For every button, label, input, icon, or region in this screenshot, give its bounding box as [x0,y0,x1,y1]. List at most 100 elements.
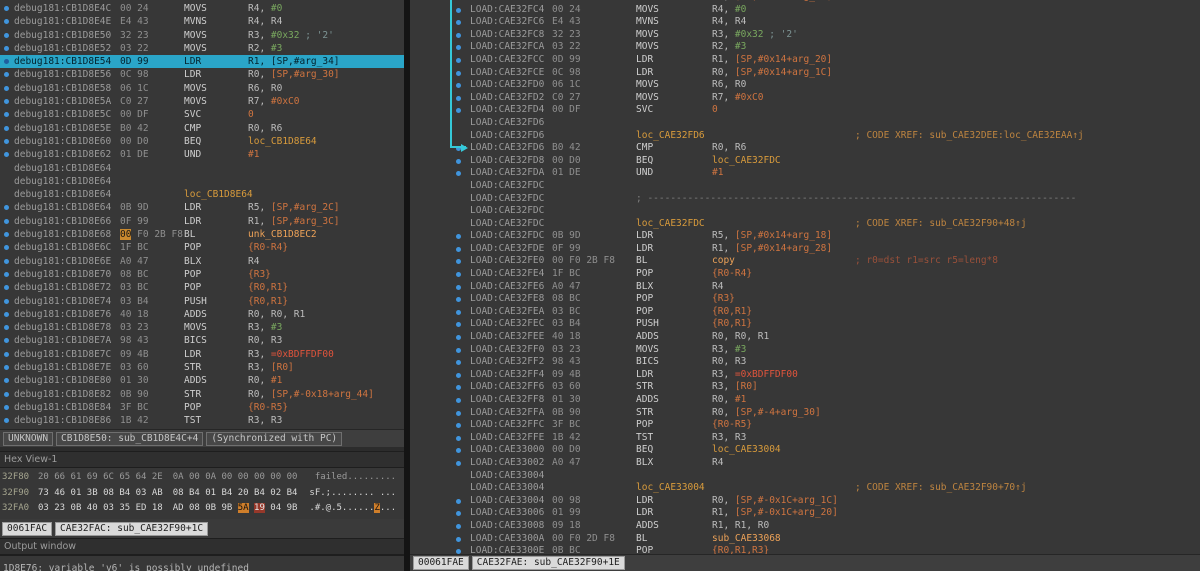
disasm-line[interactable]: debug181:CB1D8E5E B0 42 CMP R0, R6 [0,122,404,135]
disasm-line[interactable]: debug181:CB1D8E80 01 30 ADDS R0, #1 [0,374,404,387]
disasm-line[interactable]: debug181:CB1D8E76 40 18 ADDS R0, R0, R1 [0,308,404,321]
breakpoint-dot[interactable] [4,218,9,224]
disasm-line[interactable]: LOAD:CAE32FF0 03 23 MOVS R3, #3 [410,344,1200,357]
disasm-line[interactable]: debug181:CB1D8E7A 98 43 BICS R0, R3 [0,334,404,347]
breakpoint-dot[interactable] [456,398,461,403]
disasm-line[interactable]: LOAD:CAE32FDC [410,180,1200,193]
disasm-line[interactable]: LOAD:CAE32FE6 A0 47 BLX R4 [410,281,1200,294]
disasm-line[interactable]: LOAD:CAE32FC6 E4 43 MVNS R4, R4 [410,16,1200,29]
breakpoint-dot[interactable] [456,372,461,378]
breakpoint-dot[interactable] [4,365,9,371]
disasm-line[interactable]: debug181:CB1D8E64 0B 9D LDR R5, [SP,#arg_2C… [0,201,404,214]
breakpoint-dot[interactable] [4,45,9,51]
disasm-line[interactable]: debug181:CB1D8E86 1B 42 TST R3, R3 [0,414,404,427]
breakpoint-dot[interactable] [4,205,9,211]
breakpoint-dot[interactable] [4,59,9,65]
breakpoint-dot[interactable] [456,284,461,290]
disasm-line[interactable]: LOAD:CAE33004 [410,470,1200,483]
breakpoint-dot[interactable] [4,138,9,144]
disasm-line[interactable]: debug181:CB1D8E50 32 23 MOVS R3, #0x32 ; '2… [0,29,404,42]
breakpoint-dot[interactable] [4,152,9,158]
breakpoint-dot[interactable] [4,32,9,38]
output-window[interactable]: 1D8E76: variable 'v6' is possibly undefi… [0,555,404,571]
breakpoint-dot[interactable] [456,347,461,353]
disasm-line[interactable]: debug181:CB1D8E64 [0,175,404,188]
disasm-line[interactable]: debug181:CB1D8E4E E4 43 MVNS R4, R4 [0,15,404,28]
hex-view[interactable]: 32F80 20 66 61 69 6C 65 64 2E 0A 00 0A 00 … [0,468,404,519]
breakpoint-dot[interactable] [456,511,461,517]
disasm-line[interactable]: LOAD:CAE32FF2 98 43 BICS R0, R3 [410,356,1200,369]
hex-row[interactable]: 32F90 73 46 01 3B 08 B4 03 AB 08 B4 01 B4 … [2,486,404,502]
breakpoint-dot[interactable] [456,171,461,177]
disasm-line[interactable]: debug181:CB1D8E74 03 B4 PUSH {R0,R1} [0,295,404,308]
breakpoint-dot[interactable] [4,298,9,304]
output-caption-bar[interactable]: Output window [0,538,404,555]
disasm-line[interactable]: LOAD:CAE32FD4 00 DF SVC 0 [410,104,1200,117]
disasm-line[interactable]: debug181:CB1D8E56 0C 98 LDR R0, [SP,#arg_30… [0,68,404,81]
disasm-line[interactable]: LOAD:CAE32FD2 C0 27 MOVS R7, #0xC0 [410,92,1200,105]
disasm-line[interactable]: debug181:CB1D8E64 [0,162,404,175]
breakpoint-dot[interactable] [456,158,461,164]
disasm-line[interactable]: LOAD:CAE32FE4 1F BC POP {R0-R4} [410,268,1200,281]
disasm-line[interactable]: LOAD:CAE33008 09 18 ADDS R1, R1, R0 [410,520,1200,533]
breakpoint-dot[interactable] [456,460,461,466]
breakpoint-dot[interactable] [456,297,461,303]
breakpoint-dot[interactable] [4,99,9,105]
disasm-line[interactable]: LOAD:CAE32FC4 00 24 MOVS R4, #0 [410,4,1200,17]
breakpoint-dot[interactable] [4,6,9,11]
breakpoint-dot[interactable] [456,448,461,454]
disasm-line[interactable]: debug181:CB1D8E62 01 DE UND #1 [0,148,404,161]
disasm-line[interactable]: debug181:CB1D8E6C 1F BC POP {R0-R4} [0,241,404,254]
breakpoint-dot[interactable] [456,523,461,529]
disasm-line[interactable]: LOAD:CAE32FEE 40 18 ADDS R0, R0, R1 [410,331,1200,344]
breakpoint-dot[interactable] [4,271,9,277]
disassembly-view-debug181[interactable]: debug181:CB1D8E4C 00 24 MOVS R4, #0 debug181… [0,0,404,429]
breakpoint-dot[interactable] [4,245,9,251]
disasm-line[interactable]: LOAD:CAE32FCE 0C 98 LDR R0, [SP,#0x14+arg_1… [410,67,1200,80]
disasm-line[interactable]: LOAD:CAE32FE0 00 F0 2B F8 BL copy ; r0=dst r… [410,255,1200,268]
disasm-line[interactable]: LOAD:CAE32FEC 03 B4 PUSH {R0,R1} [410,318,1200,331]
breakpoint-dot[interactable] [456,498,461,504]
disasm-line[interactable]: debug181:CB1D8E5A C0 27 MOVS R7, #0xC0 [0,95,404,108]
disasm-line[interactable]: debug181:CB1D8E58 06 1C MOVS R6, R0 [0,82,404,95]
disasm-line[interactable]: LOAD:CAE32FF6 03 60 STR R3, [R0] [410,381,1200,394]
disasm-line[interactable]: LOAD:CAE32FDC [410,205,1200,218]
disasm-line[interactable]: LOAD:CAE33000 00 D0 BEQ loc_CAE33004 [410,444,1200,457]
disasm-line[interactable]: LOAD:CAE32FFE 1B 42 TST R3, R3 [410,432,1200,445]
disasm-line[interactable]: LOAD:CAE32FDC ; -------------------------… [410,193,1200,206]
hex-row[interactable]: 32F80 20 66 61 69 6C 65 64 2E 0A 00 0A 00 … [2,470,404,486]
hexview-caption-bar[interactable]: Hex View-1 [0,451,404,468]
disasm-line[interactable]: LOAD:CAE32FF4 09 4B LDR R3, =0xBDFFDF00 [410,369,1200,382]
disasm-line[interactable]: debug181:CB1D8E78 03 23 MOVS R3, #3 [0,321,404,334]
breakpoint-dot[interactable] [4,125,9,131]
disasm-line[interactable]: debug181:CB1D8E7C 09 4B LDR R3, =0xBDFFDF00 [0,348,404,361]
breakpoint-dot[interactable] [4,351,9,357]
breakpoint-dot[interactable] [456,309,461,315]
disasm-line[interactable]: debug181:CB1D8E70 08 BC POP {R3} [0,268,404,281]
breakpoint-dot[interactable] [4,325,9,331]
disasm-line[interactable]: LOAD:CAE32FDA 01 DE UND #1 [410,167,1200,180]
hex-row[interactable]: 32FA0 03 23 0B 40 03 35 ED 18 AD 08 0B 9B … [2,501,404,517]
disasm-line[interactable]: LOAD:CAE32FCA 03 22 MOVS R2, #3 [410,41,1200,54]
disasm-line[interactable]: debug181:CB1D8E66 0F 99 LDR R1, [SP,#arg_3C… [0,215,404,228]
disasm-line[interactable]: LOAD:CAE32FE8 08 BC POP {R3} [410,293,1200,306]
disasm-line[interactable]: LOAD:CAE32FC8 32 23 MOVS R3, #0x32 ; '2' [410,29,1200,42]
disasm-line[interactable]: debug181:CB1D8E68 00 F0 2B F8BL unk_CB1D8E… [0,228,404,241]
breakpoint-dot[interactable] [4,404,9,410]
disasm-line[interactable]: LOAD:CAE32FFA 0B 90 STR R0, [SP,#-4+arg_30] [410,407,1200,420]
breakpoint-dot[interactable] [456,385,461,391]
disasm-line[interactable]: LOAD:CAE32FF8 01 30 ADDS R0, #1 [410,394,1200,407]
breakpoint-dot[interactable] [4,258,9,264]
disasm-line[interactable]: debug181:CB1D8E7E 03 60 STR R3, [R0] [0,361,404,374]
disasm-line[interactable]: LOAD:CAE32FDE 0F 99 LDR R1, [SP,#0x14+arg_2… [410,243,1200,256]
disasm-line[interactable]: LOAD:CAE32FDC 0B 9D LDR R5, [SP,#0x14+arg_1… [410,230,1200,243]
disasm-line[interactable]: LOAD:CAE32FEA 03 BC POP {R0,R1} [410,306,1200,319]
disasm-line[interactable]: LOAD:CAE3300E 0B BC POP {R0,R1,R3} [410,545,1200,554]
breakpoint-dot[interactable] [456,423,461,429]
breakpoint-dot[interactable] [456,272,461,278]
breakpoint-dot[interactable] [4,311,9,317]
breakpoint-dot[interactable] [4,19,9,25]
disasm-line[interactable]: LOAD:CAE32FD6 loc_CAE32FD6 ; CODE XREF: su… [410,130,1200,143]
breakpoint-dot[interactable] [456,536,461,542]
disasm-line[interactable]: LOAD:CAE33004 00 98 LDR R0, [SP,#-0x1C+arg_… [410,495,1200,508]
